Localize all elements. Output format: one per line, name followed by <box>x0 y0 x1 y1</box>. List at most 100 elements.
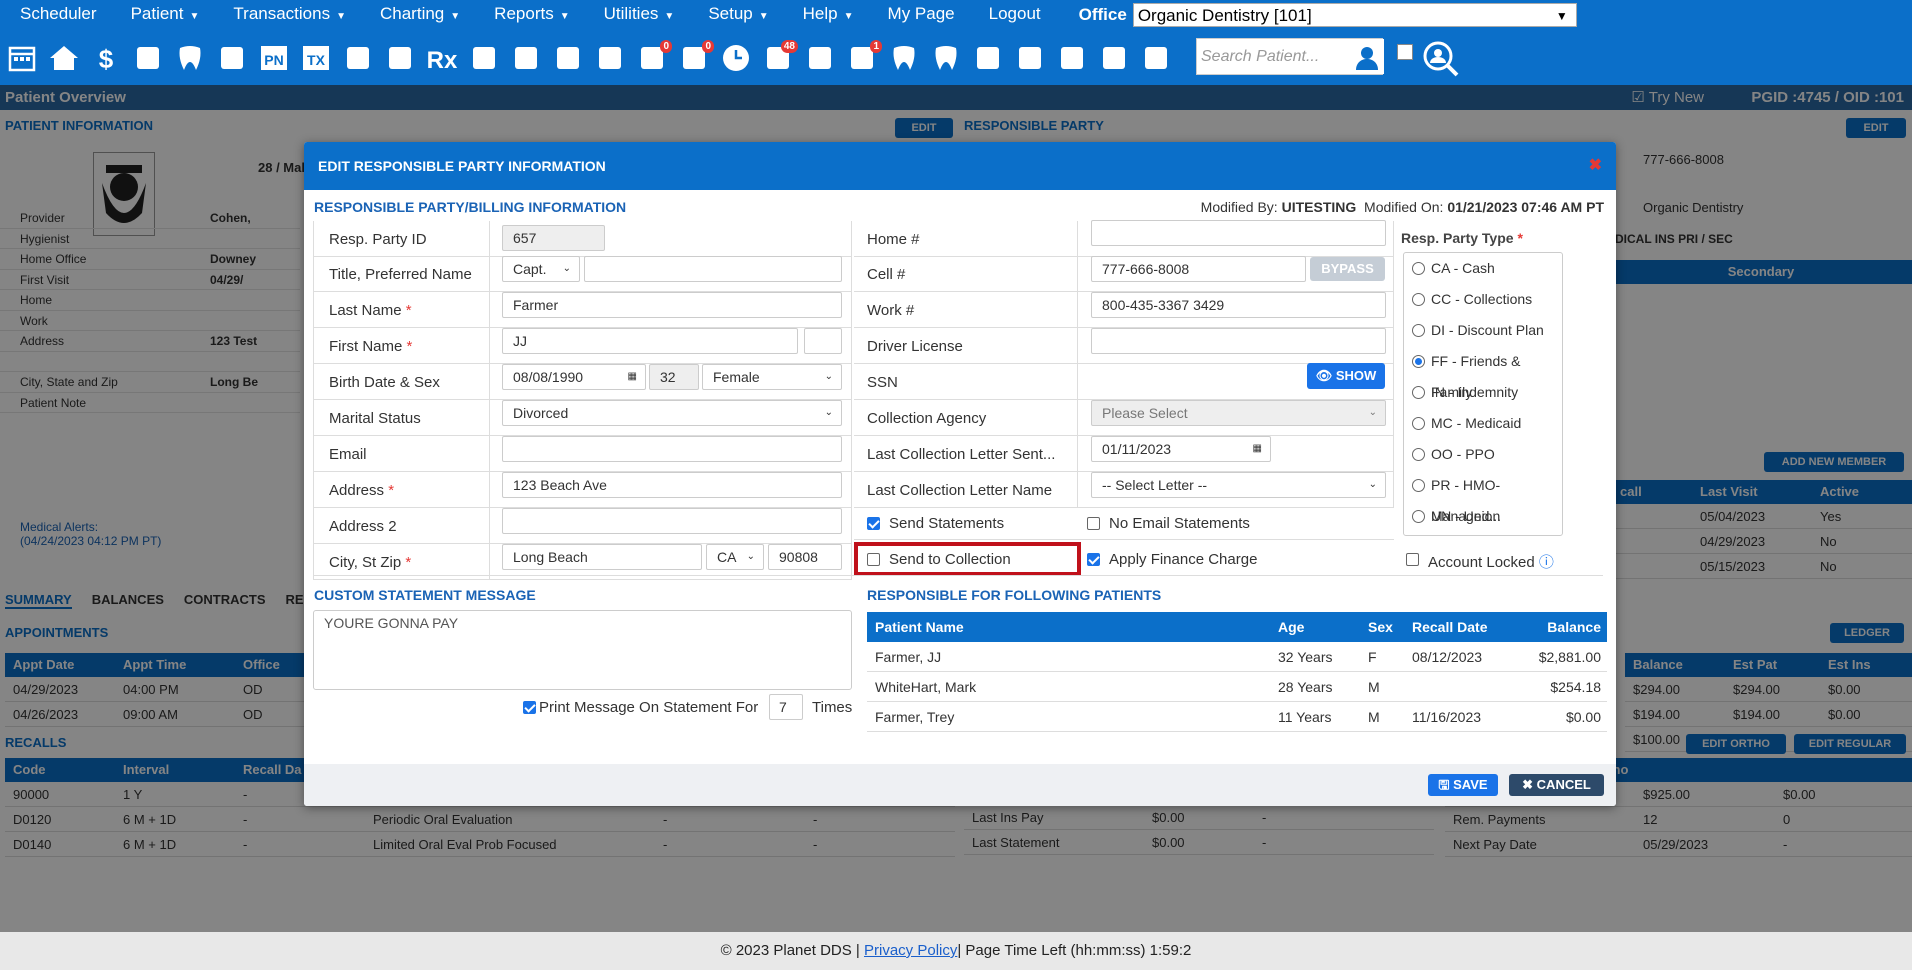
age-field[interactable]: 32 <box>649 364 699 390</box>
caret-down-icon: ▼ <box>450 11 461 22</box>
rp-type-option[interactable]: DI - Discount Plan <box>1404 315 1562 346</box>
tx-icon[interactable]: TX <box>296 38 336 78</box>
globe-icon[interactable] <box>968 38 1008 78</box>
nav-my-page[interactable]: My Page <box>868 0 969 30</box>
save-button[interactable]: 🖫 SAVE <box>1428 774 1498 796</box>
people-icon[interactable] <box>1052 38 1092 78</box>
sex-select[interactable]: Female ⌄ <box>702 364 842 390</box>
rp-type-option[interactable]: UN - Union <box>1404 501 1562 532</box>
nav-logout[interactable]: Logout <box>969 0 1055 30</box>
rp-type-option[interactable]: PR - HMO-Managed... <box>1404 470 1562 524</box>
document-icon[interactable] <box>506 38 546 78</box>
radio-button[interactable] <box>1412 510 1425 523</box>
reminders-icon[interactable]: 1 <box>842 38 882 78</box>
nav-charting[interactable]: Charting ▼ <box>360 0 474 30</box>
row-divider <box>489 292 490 328</box>
resp-id-field[interactable]: 657 <box>502 225 605 251</box>
rp-type-option[interactable]: CA - Cash <box>1404 253 1562 284</box>
last-name-input[interactable]: Farmer <box>502 292 842 318</box>
radio-button[interactable] <box>1412 293 1425 306</box>
print-message-checkbox[interactable] <box>523 701 536 714</box>
rp-type-option[interactable]: OO - PPO <box>1404 439 1562 470</box>
home-icon[interactable] <box>44 38 84 78</box>
calendar-icon[interactable] <box>2 38 42 78</box>
clock-icon[interactable] <box>716 38 756 78</box>
middle-initial-input[interactable] <box>804 328 842 354</box>
show-ssn-button[interactable]: 👁 SHOW <box>1307 363 1385 389</box>
radio-button[interactable] <box>1412 448 1425 461</box>
nav-scheduler[interactable]: Scheduler <box>0 0 111 30</box>
custom-message-textarea[interactable]: YOURE GONNA PAY <box>313 610 852 690</box>
radio-button[interactable] <box>1412 355 1425 368</box>
radio-button[interactable] <box>1412 417 1425 430</box>
doc-check-icon[interactable] <box>1010 38 1050 78</box>
implant-icon[interactable] <box>212 38 252 78</box>
preferred-name-input[interactable] <box>584 256 842 282</box>
close-icon[interactable]: ✖ <box>1589 142 1602 190</box>
title-select[interactable]: Capt. ⌄ <box>502 256 580 282</box>
rp-type-option[interactable]: CC - Collections <box>1404 284 1562 315</box>
toolbar-checkbox[interactable] <box>1397 44 1413 60</box>
radio-button[interactable] <box>1412 479 1425 492</box>
nav-utilities[interactable]: Utilities ▼ <box>584 0 689 30</box>
tooth-chart-icon[interactable] <box>926 38 966 78</box>
cancel-button[interactable]: ✖ CANCEL <box>1509 774 1604 796</box>
group-search-icon[interactable] <box>1420 38 1460 81</box>
collection-agency-select[interactable]: Please Select ⌄ <box>1091 400 1386 426</box>
patient-row[interactable]: Farmer, JJ 32 Years F 08/12/2023 $2,881.00 <box>867 642 1607 672</box>
row-divider <box>1077 256 1078 292</box>
bypass-button[interactable]: BYPASS <box>1310 257 1385 281</box>
nav-patient[interactable]: Patient ▼ <box>111 0 214 30</box>
chevron-down-icon: ⌄ <box>1368 407 1377 418</box>
radio-button[interactable] <box>1412 324 1425 337</box>
add-patient-icon[interactable] <box>338 38 378 78</box>
rp-type-option[interactable]: IN - Indemnity <box>1404 377 1562 408</box>
address-input[interactable]: 123 Beach Ave <box>502 472 842 498</box>
email-input[interactable] <box>502 436 842 462</box>
last-letter-sent-input[interactable]: 01/11/2023 ▦ <box>1091 436 1271 462</box>
radio-button[interactable] <box>1412 386 1425 399</box>
rp-type-option[interactable]: MC - Medicaid <box>1404 408 1562 439</box>
row-divider <box>1077 221 1078 257</box>
rx-icon[interactable]: Rx <box>422 38 462 78</box>
nav-setup[interactable]: Setup ▼ <box>688 0 782 30</box>
nav-transactions[interactable]: Transactions ▼ <box>213 0 360 30</box>
patient-row[interactable]: WhiteHart, Mark 28 Years M $254.18 <box>867 672 1607 702</box>
marital-status-select[interactable]: Divorced ⌄ <box>502 400 842 426</box>
collection-letter-select[interactable]: -- Select Letter -- ⌄ <box>1091 472 1386 498</box>
add-patients-icon[interactable] <box>380 38 420 78</box>
first-name-input[interactable]: JJ <box>502 328 798 354</box>
office-label: Office <box>1078 5 1127 24</box>
patient-search-button[interactable] <box>1350 39 1384 74</box>
sms-icon[interactable]: 0 <box>674 38 714 78</box>
driver-license-input[interactable] <box>1091 328 1386 354</box>
nav-help[interactable]: Help ▼ <box>783 0 868 30</box>
messages-icon[interactable]: 0 <box>632 38 672 78</box>
pn-icon[interactable]: PN <box>254 38 294 78</box>
nav-reports[interactable]: Reports ▼ <box>474 0 583 30</box>
mail-icon[interactable] <box>590 38 630 78</box>
tooth2-icon[interactable] <box>884 38 924 78</box>
edit-icon[interactable] <box>128 38 168 78</box>
birth-date-input[interactable]: 08/08/1990 ▦ <box>502 364 646 390</box>
notes-icon[interactable] <box>464 38 504 78</box>
dollar-icon[interactable]: $ <box>86 38 126 78</box>
cell-phone-input[interactable]: 777-666-8008 <box>1091 256 1306 282</box>
office-select[interactable]: Organic Dentistry [101] ▼ <box>1132 3 1577 27</box>
printer-icon[interactable] <box>1094 38 1134 78</box>
family-icon[interactable] <box>800 38 840 78</box>
address2-input[interactable] <box>502 508 842 534</box>
scan-icon[interactable] <box>548 38 588 78</box>
patient-row[interactable]: Farmer, Trey 11 Years M 11/16/2023 $0.00 <box>867 702 1607 732</box>
resp_id-label: Resp. Party ID <box>329 231 427 248</box>
tooth-icon[interactable] <box>170 38 210 78</box>
rp-type-option[interactable]: FF - Friends & Family <box>1404 346 1562 400</box>
print-times-input[interactable]: 7 <box>769 694 803 720</box>
messages-badge: 0 <box>660 39 672 53</box>
home-phone-input[interactable] <box>1091 220 1386 246</box>
privacy-policy-link[interactable]: Privacy Policy <box>864 942 957 959</box>
patients-icon[interactable]: 48 <box>758 38 798 78</box>
expand-icon[interactable] <box>1136 38 1176 78</box>
radio-button[interactable] <box>1412 262 1425 275</box>
work-phone-input[interactable]: 800-435-3367 3429 <box>1091 292 1386 318</box>
